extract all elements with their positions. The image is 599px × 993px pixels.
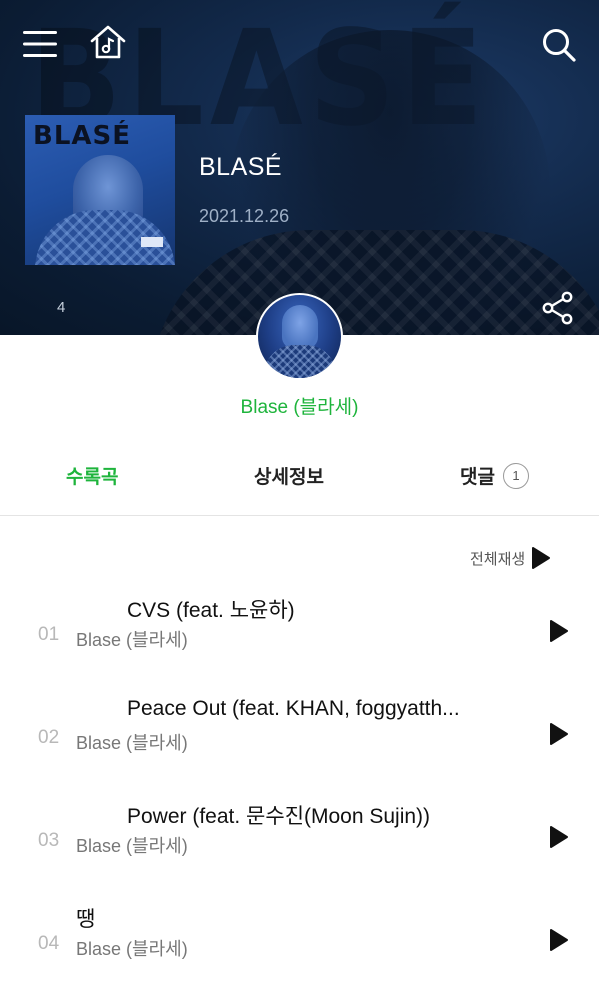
track-play-button[interactable] — [546, 616, 572, 646]
play-icon — [532, 547, 551, 569]
track-row[interactable]: 02 Peace Out (feat. KHAN, foggyatth... B… — [0, 697, 599, 800]
album-tabs: 수록곡 상세정보 댓글 1 — [0, 450, 599, 516]
track-number: 04 — [38, 933, 60, 954]
play-icon — [550, 929, 568, 951]
share-button[interactable] — [538, 288, 578, 328]
artist-avatar[interactable] — [256, 293, 343, 380]
album-title: BLASÉ — [199, 153, 283, 181]
track-title[interactable]: 땡 — [76, 903, 466, 933]
track-play-button[interactable] — [546, 719, 572, 749]
album-cover-tag — [141, 237, 163, 247]
tab-comments[interactable]: 댓글 1 — [460, 462, 529, 489]
track-number: 03 — [38, 830, 60, 851]
album-release-date: 2021.12.26 — [199, 206, 290, 226]
play-icon — [550, 723, 568, 745]
track-artist: Blase (블라세) — [76, 836, 188, 856]
track-artist: Blase (블라세) — [76, 939, 188, 959]
album-count: 4 — [57, 299, 66, 316]
share-icon — [542, 291, 573, 325]
track-artist: Blase (블라세) — [76, 733, 188, 753]
track-row[interactable]: 04 땡 Blase (블라세) — [0, 903, 599, 993]
track-play-button[interactable] — [546, 925, 572, 955]
artist-avatar-head — [282, 305, 318, 349]
track-title[interactable]: Power (feat. 문수진(Moon Sujin)) — [127, 800, 517, 830]
album-cover[interactable]: BLASÉ — [25, 115, 175, 265]
menu-button[interactable] — [20, 26, 60, 62]
track-row[interactable]: 01 CVS (feat. 노윤하) Blase (블라세) — [0, 594, 599, 697]
play-icon — [550, 620, 568, 642]
comment-count-badge: 1 — [502, 462, 529, 489]
search-icon — [543, 29, 576, 62]
album-header: BLASÉ BLASÉ BLASÉ 2021.12.26 4 — [0, 0, 599, 335]
play-all-button[interactable]: 전체재생 — [470, 546, 551, 570]
track-row[interactable]: 03 Power (feat. 문수진(Moon Sujin)) Blase (… — [0, 800, 599, 903]
track-play-button[interactable] — [546, 822, 572, 852]
menu-icon — [23, 31, 57, 57]
track-number: 01 — [38, 624, 60, 645]
album-cover-title: BLASÉ — [33, 121, 131, 151]
music-home-icon — [90, 25, 126, 59]
tab-details[interactable]: 상세정보 — [254, 462, 324, 489]
artist-avatar-body — [264, 345, 336, 378]
track-title[interactable]: Peace Out (feat. KHAN, foggyatth... — [127, 697, 517, 721]
track-title[interactable]: CVS (feat. 노윤하) — [127, 594, 517, 624]
music-home-button[interactable] — [86, 22, 130, 62]
play-icon — [550, 826, 568, 848]
play-all-label: 전체재생 — [470, 549, 526, 568]
track-artist: Blase (블라세) — [76, 630, 188, 650]
search-button[interactable] — [538, 24, 580, 66]
tab-tracks[interactable]: 수록곡 — [66, 462, 118, 489]
track-number: 02 — [38, 727, 60, 748]
tab-comments-label: 댓글 — [460, 466, 495, 488]
artist-name-link[interactable]: Blase (블라세) — [0, 392, 599, 419]
